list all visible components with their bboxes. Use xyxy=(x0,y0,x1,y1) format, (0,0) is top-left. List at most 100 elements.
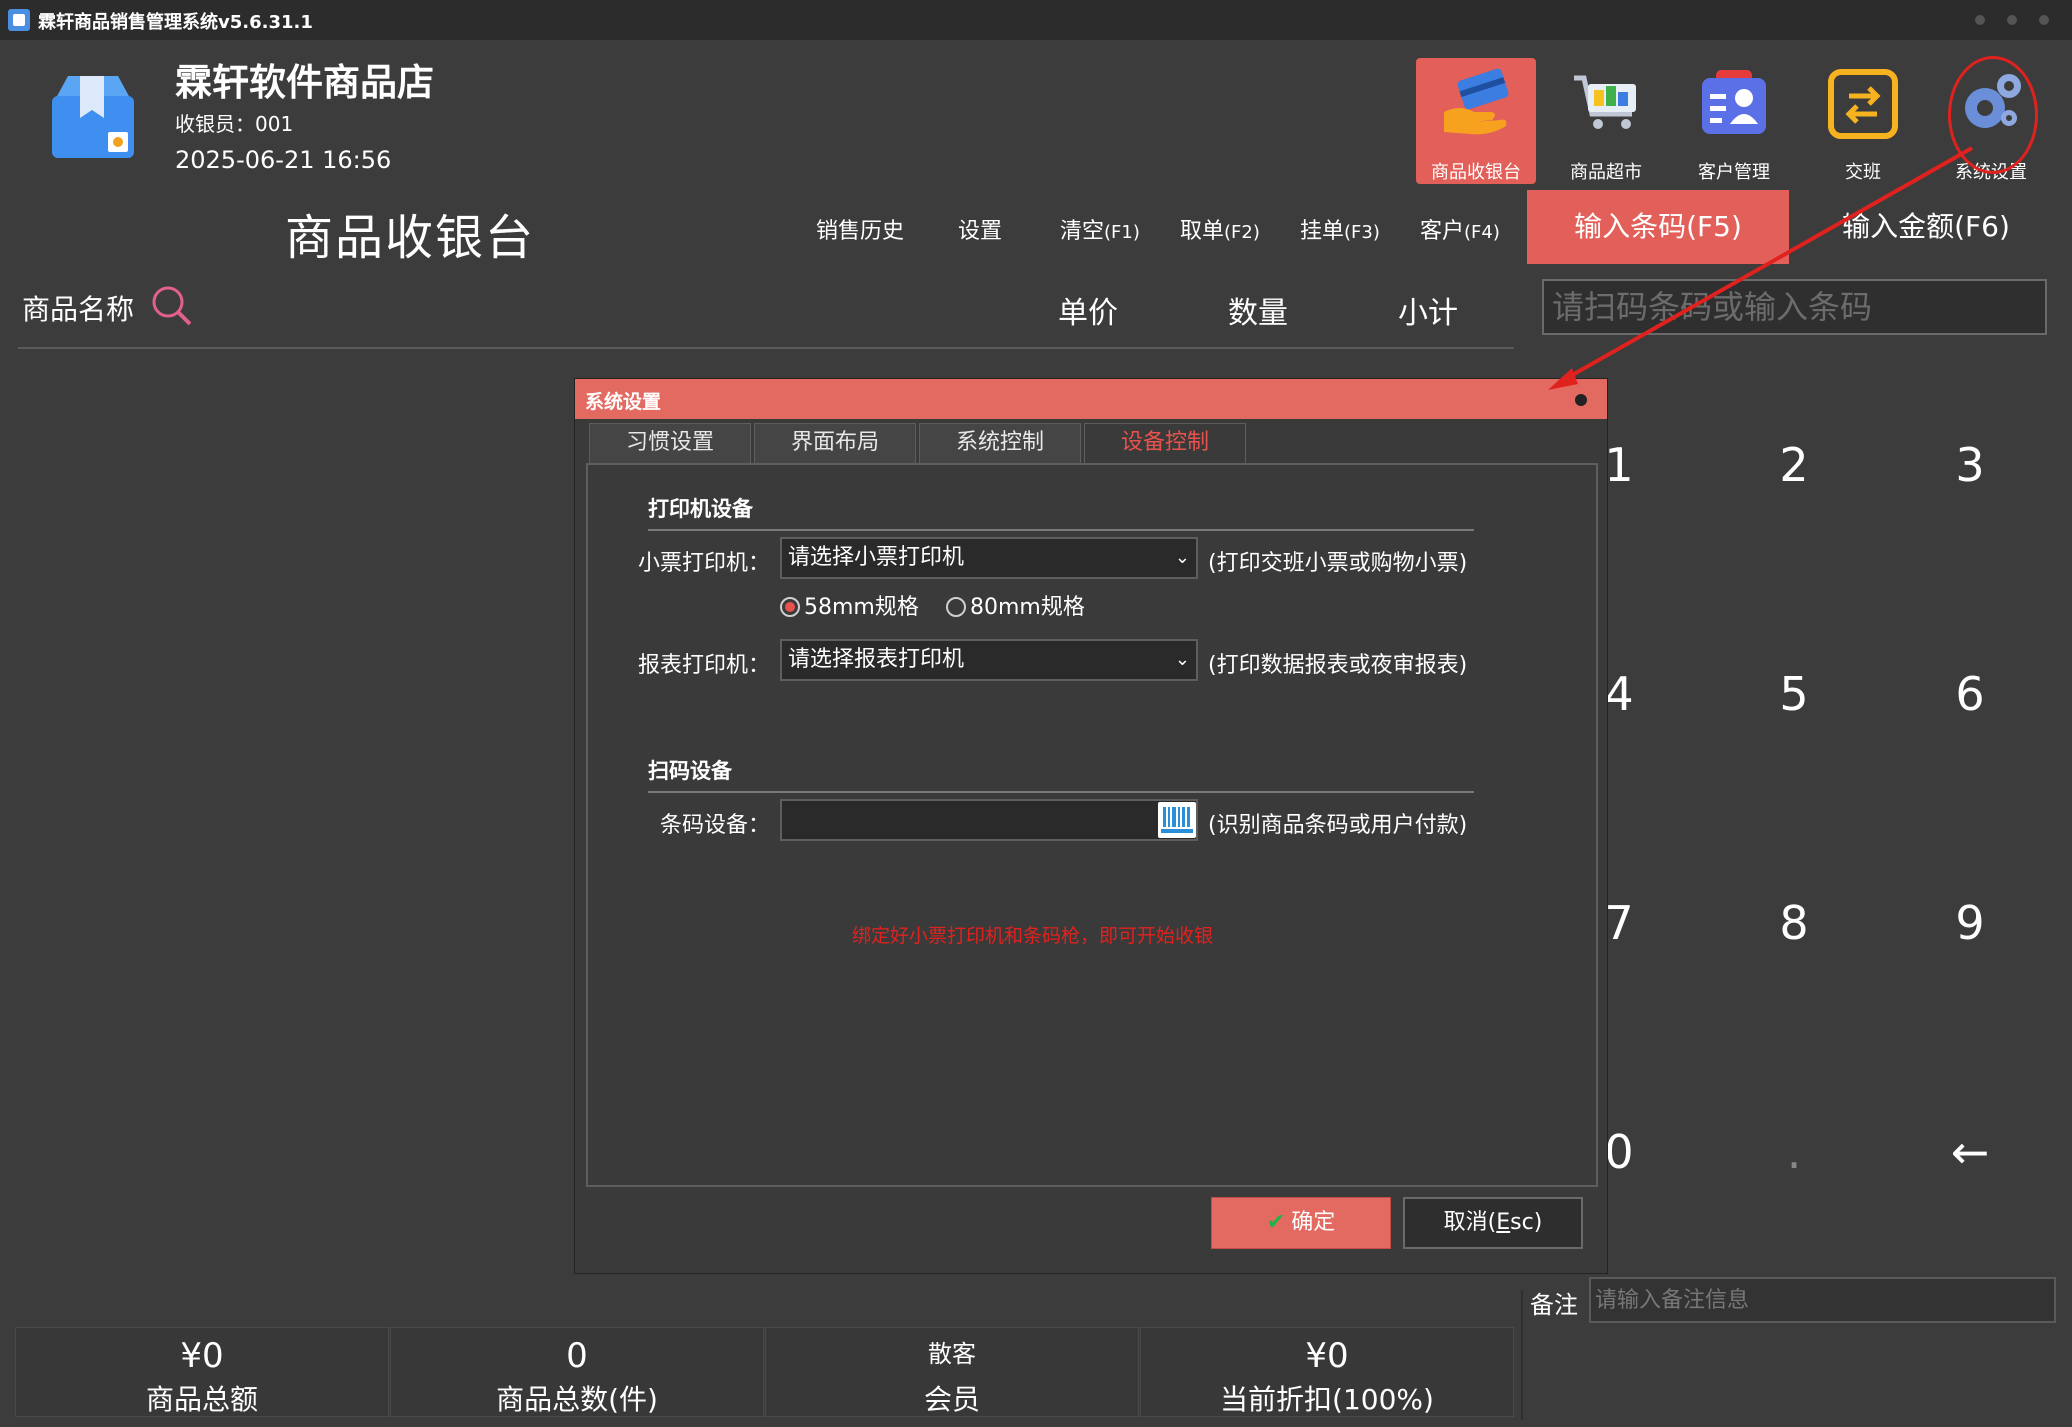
member-value: 散客 xyxy=(928,1340,976,1368)
receipt-printer-label: 小票打印机： xyxy=(637,551,770,576)
column-header-price: 单价 xyxy=(1058,296,1118,331)
dialog-titlebar: 系统设置 xyxy=(575,379,1607,419)
nav-shift-label: 交班 xyxy=(1845,162,1881,183)
report-printer-select[interactable]: 请选择报表打印机 ⌄ xyxy=(780,639,1198,681)
clear-label: 清空 xyxy=(1060,219,1105,244)
nav-customers-label: 客户管理 xyxy=(1698,162,1770,183)
tab-system-control[interactable]: 系统控制 xyxy=(919,423,1081,463)
dialog-title: 系统设置 xyxy=(585,391,662,413)
radio-58mm[interactable]: 58mm规格 xyxy=(780,589,919,621)
key-2[interactable]: 2 xyxy=(1749,430,1839,500)
cancel-label-prefix: 取消( xyxy=(1443,1210,1497,1235)
report-printer-value: 请选择报表打印机 xyxy=(788,647,965,672)
scan-section-divider xyxy=(648,791,1474,793)
key-8[interactable]: 8 xyxy=(1749,888,1839,958)
barcode-device-label: 条码设备： xyxy=(659,813,770,838)
device-control-panel: 打印机设备 小票打印机： 请选择小票打印机 ⌄ (打印交班小票或购物小票) 58… xyxy=(586,463,1598,1187)
key-dot[interactable]: . xyxy=(1749,1117,1839,1187)
gears-icon xyxy=(1955,68,2027,140)
total-amount-label: 商品总额 xyxy=(145,1383,258,1416)
store-box-icon xyxy=(48,72,138,162)
app-logo-icon xyxy=(8,9,30,31)
total-count-value: 0 xyxy=(566,1336,588,1376)
cancel-label-key: E xyxy=(1496,1210,1511,1235)
settings-button[interactable]: 设置 xyxy=(958,213,1002,245)
discount-value: ¥0 xyxy=(1305,1336,1349,1376)
printer-section-divider xyxy=(648,529,1474,531)
report-printer-note: (打印数据报表或夜审报表) xyxy=(1208,653,1468,678)
key-3[interactable]: 3 xyxy=(1925,430,2015,500)
hold-shortcut: (F3) xyxy=(1344,222,1380,243)
total-count-label: 商品总数(件) xyxy=(496,1383,658,1416)
key-backspace[interactable]: ← xyxy=(1925,1117,2015,1187)
summary-discount: ¥0 当前折扣(100%) xyxy=(1140,1327,1514,1417)
store-name: 霖轩软件商品店 xyxy=(175,61,434,104)
radio-80mm-label: 80mm规格 xyxy=(970,595,1085,620)
shopping-cart-icon xyxy=(1570,68,1642,140)
radio-80mm[interactable]: 80mm规格 xyxy=(946,589,1085,621)
nav-shift[interactable]: 交班 xyxy=(1803,58,1923,184)
cancel-label-suffix: sc) xyxy=(1510,1210,1543,1235)
sales-history-button[interactable]: 销售历史 xyxy=(816,213,904,245)
minimize-icon[interactable] xyxy=(1975,15,1985,25)
window-titlebar: 霖轩商品销售管理系统v5.6.31.1 xyxy=(0,0,2072,40)
tab-interface-layout[interactable]: 界面布局 xyxy=(754,423,916,463)
printer-section-title: 打印机设备 xyxy=(648,497,753,521)
key-5[interactable]: 5 xyxy=(1749,659,1839,729)
cancel-button[interactable]: 取消(Esc) xyxy=(1403,1197,1583,1249)
barcode-scanner-icon[interactable] xyxy=(1158,802,1196,838)
summary-member[interactable]: 散客 会员 xyxy=(765,1327,1139,1417)
confirm-label: 确定 xyxy=(1291,1210,1336,1235)
barcode-device-input[interactable] xyxy=(780,799,1198,841)
nav-system-settings[interactable]: 系统设置 xyxy=(1931,58,2051,184)
hold-order-button[interactable]: 挂单(F3) xyxy=(1300,213,1380,245)
maximize-icon[interactable] xyxy=(2007,15,2017,25)
retrieve-shortcut: (F2) xyxy=(1224,222,1260,243)
retrieve-label: 取单 xyxy=(1180,219,1225,244)
window-title: 霖轩商品销售管理系统v5.6.31.1 xyxy=(38,12,313,33)
dialog-close-icon[interactable] xyxy=(1575,394,1587,406)
customer-button[interactable]: 客户(F4) xyxy=(1420,213,1500,245)
radio-58mm-indicator xyxy=(780,597,800,617)
close-window-icon[interactable] xyxy=(2039,15,2049,25)
remark-input[interactable] xyxy=(1589,1277,2056,1323)
nav-customers[interactable]: 客户管理 xyxy=(1674,58,1794,184)
barcode-input[interactable] xyxy=(1542,279,2047,335)
barcode-device-note: (识别商品条码或用户付款) xyxy=(1208,813,1468,838)
customer-label: 客户 xyxy=(1420,219,1465,244)
search-icon[interactable] xyxy=(150,284,194,328)
radio-80mm-indicator xyxy=(946,597,966,617)
tab-barcode-input[interactable]: 输入条码(F5) xyxy=(1527,190,1789,264)
total-amount-value: ¥0 xyxy=(180,1336,224,1376)
retrieve-order-button[interactable]: 取单(F2) xyxy=(1180,213,1260,245)
receipt-printer-select[interactable]: 请选择小票打印机 ⌄ xyxy=(780,537,1198,579)
hold-label: 挂单 xyxy=(1300,219,1345,244)
system-settings-dialog: 系统设置 习惯设置 界面布局 系统控制 设备控制 打印机设备 小票打印机： 请选… xyxy=(574,378,1608,1274)
hint-text: 绑定好小票打印机和条码枪，即可开始收银 xyxy=(852,925,1214,947)
radio-58mm-label: 58mm规格 xyxy=(804,595,919,620)
tab-habit-settings[interactable]: 习惯设置 xyxy=(589,423,751,463)
tab-device-control[interactable]: 设备控制 xyxy=(1084,423,1246,463)
chevron-down-icon: ⌄ xyxy=(1174,547,1190,568)
receipt-printer-note: (打印交班小票或购物小票) xyxy=(1208,551,1468,576)
card-hand-icon xyxy=(1440,68,1512,140)
key-9[interactable]: 9 xyxy=(1925,888,2015,958)
chevron-down-icon: ⌄ xyxy=(1174,649,1190,670)
nav-cashier[interactable]: 商品收银台 xyxy=(1416,58,1536,184)
nav-supermarket-label: 商品超市 xyxy=(1570,162,1642,183)
scan-section-title: 扫码设备 xyxy=(648,759,732,783)
tab-amount-input[interactable]: 输入金额(F6) xyxy=(1795,190,2057,264)
customer-shortcut: (F4) xyxy=(1464,222,1500,243)
column-header-qty: 数量 xyxy=(1228,296,1288,331)
clear-button[interactable]: 清空(F1) xyxy=(1060,213,1140,245)
key-6[interactable]: 6 xyxy=(1925,659,2015,729)
confirm-button[interactable]: ✔ 确定 xyxy=(1211,1197,1391,1249)
report-printer-label: 报表打印机： xyxy=(637,653,770,678)
nav-system-settings-label: 系统设置 xyxy=(1955,162,2027,183)
nav-supermarket[interactable]: 商品超市 xyxy=(1546,58,1666,184)
receipt-printer-value: 请选择小票打印机 xyxy=(788,545,965,570)
member-label: 会员 xyxy=(923,1383,980,1416)
customer-card-icon xyxy=(1698,68,1770,140)
shift-exchange-icon xyxy=(1827,68,1899,140)
discount-label: 当前折扣(100%) xyxy=(1220,1383,1434,1416)
